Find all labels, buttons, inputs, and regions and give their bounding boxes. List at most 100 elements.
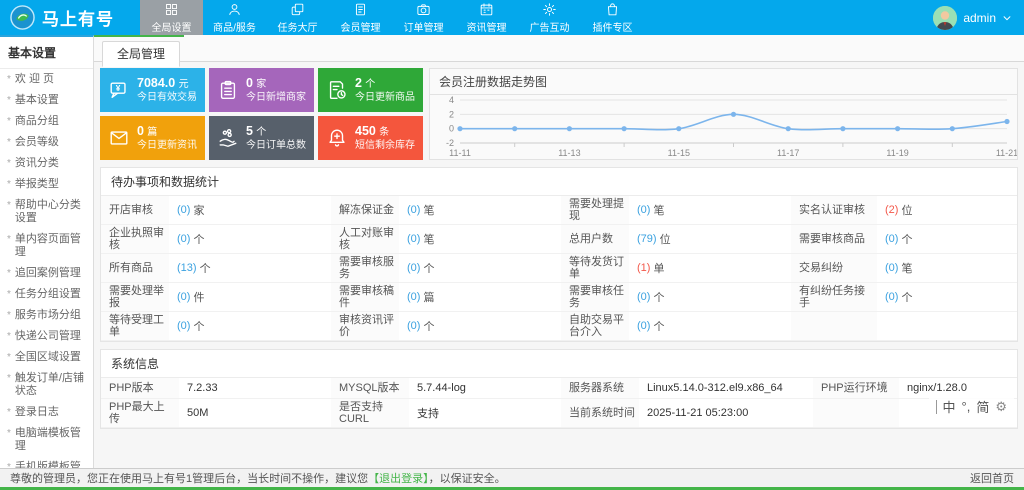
todo-count-link[interactable]: (1)	[637, 262, 650, 274]
todo-count-link[interactable]: (0)	[885, 291, 898, 303]
stat-card-4[interactable]: 5 个 今日订单总数	[209, 116, 314, 160]
stat-card-5[interactable]: 450 条 短信剩余库存	[318, 116, 423, 160]
sysinfo-label-r1c3	[813, 399, 899, 428]
trend-chart: -2 0 2 4 11-11 11-13 11-15 11-17 11-19 11-21	[446, 95, 1017, 158]
todo-count-link[interactable]: (0)	[407, 233, 420, 245]
todo-count-link[interactable]: (0)	[407, 262, 420, 274]
stat-cards: ¥ 7084.0 元 今日有效交易 0 家 今日新增商家 2 个 今日更新商品 …	[100, 68, 423, 160]
sidebar-item-0[interactable]: * 欢 迎 页	[0, 69, 93, 90]
ime-gear-icon[interactable]: ⚙	[995, 399, 1007, 415]
nav-item-5[interactable]: 资讯管理	[455, 0, 518, 35]
sidebar-item-8[interactable]: * 追回案例管理	[0, 263, 93, 284]
todo-unit: 笔	[423, 234, 435, 246]
stat-card-1[interactable]: 0 家 今日新增商家	[209, 68, 314, 112]
sysinfo-value-r0c1: 5.7.44-log	[409, 378, 561, 399]
todo-unit: 个	[193, 234, 205, 246]
svg-text:0: 0	[449, 124, 454, 134]
todo-count-link[interactable]: (0)	[637, 291, 650, 303]
todo-count-link[interactable]: (0)	[885, 233, 898, 245]
todo-count-link[interactable]: (0)	[177, 291, 190, 303]
sidebar-item-label: 快递公司管理	[14, 330, 81, 342]
stat-card-3[interactable]: 0 篇 今日更新资讯	[100, 116, 205, 160]
sidebar-item-label: 服务市场分组	[14, 309, 81, 321]
nav-item-label: 商品/服务	[213, 22, 256, 34]
user-icon	[229, 3, 240, 15]
ime-charset-toggle[interactable]: 简	[976, 397, 989, 416]
stat-card-text: 450 条 短信剩余库存	[355, 124, 415, 152]
sidebar-item-2[interactable]: * 商品分组	[0, 111, 93, 132]
envelope-icon	[110, 131, 128, 145]
nav-item-0[interactable]: 全局设置	[140, 0, 203, 35]
stat-card-value: 5	[246, 123, 253, 138]
bullet-icon: *	[7, 373, 11, 384]
todo-label-r1c3: 需要审核商品	[791, 225, 877, 254]
home-link[interactable]: 返回首页	[970, 470, 1014, 486]
todo-label-r4c2: 自助交易平台介入	[561, 312, 629, 341]
sidebar-item-10[interactable]: * 服务市场分组	[0, 305, 93, 326]
todo-count-link[interactable]: (0)	[177, 320, 190, 332]
todo-unit: 个	[653, 321, 665, 333]
todo-count-link[interactable]: (79)	[637, 233, 657, 245]
sidebar-item-15[interactable]: * 电脑端模板管理	[0, 423, 93, 457]
todo-label-r0c3: 实名认证审核	[791, 196, 877, 225]
sidebar-item-label: 触发订单/店铺状态	[14, 372, 84, 397]
ime-mode-toggle[interactable]: 中	[943, 397, 956, 416]
ime-toolbar: 中 °, 简 ⚙	[928, 395, 1014, 418]
svg-text:11-19: 11-19	[886, 148, 908, 158]
footer-text-after: ，以保证安全。	[428, 473, 506, 485]
bullet-icon: *	[7, 234, 11, 245]
svg-text:11-13: 11-13	[558, 148, 580, 158]
brand[interactable]: 马上有号	[0, 0, 140, 35]
sidebar-item-3[interactable]: * 会员等级	[0, 132, 93, 153]
todo-count-link[interactable]: (0)	[637, 204, 650, 216]
todo-unit: 笔	[423, 205, 435, 217]
gear-icon	[543, 2, 556, 16]
logout-link[interactable]: 【退出登录】	[368, 473, 429, 485]
todo-count-link[interactable]: (0)	[407, 291, 420, 303]
todo-count-link[interactable]: (0)	[407, 320, 420, 332]
todo-label-r4c3	[791, 312, 877, 341]
sidebar-item-7[interactable]: * 单内容页面管理	[0, 229, 93, 263]
todo-count-link[interactable]: (0)	[885, 262, 898, 274]
sidebar-item-9[interactable]: * 任务分组设置	[0, 284, 93, 305]
sidebar-item-1[interactable]: * 基本设置	[0, 90, 93, 111]
ime-punct-toggle[interactable]: °,	[962, 399, 971, 414]
todo-count-link[interactable]: (0)	[177, 233, 190, 245]
todo-value-r0c0: (0) 家	[169, 196, 331, 225]
user-menu[interactable]: admin	[933, 0, 1012, 35]
stat-card-value: 0	[246, 75, 253, 90]
sidebar-item-14[interactable]: * 登录日志	[0, 402, 93, 423]
sidebar-item-12[interactable]: * 全国区域设置	[0, 347, 93, 368]
stat-card-label: 今日更新资讯	[137, 139, 197, 151]
todo-count-link[interactable]: (2)	[885, 204, 898, 216]
nav-item-1[interactable]: 商品/服务	[203, 0, 266, 35]
stat-card-value: 7084.0	[137, 75, 176, 90]
todo-count-link[interactable]: (13)	[177, 262, 197, 274]
sysinfo-label-r0c0: PHP版本	[101, 378, 179, 399]
bubble-yen-icon: ¥	[110, 82, 126, 99]
nav-item-2[interactable]: 任务大厅	[266, 0, 329, 35]
nav-item-7[interactable]: 插件专区	[581, 0, 644, 35]
sidebar-item-6[interactable]: * 帮助中心分类设置	[0, 195, 93, 229]
avatar-icon	[933, 5, 958, 30]
sysinfo-panel-title: 系统信息	[101, 350, 1017, 378]
sysinfo-label-r1c0: PHP最大上传	[101, 399, 179, 428]
nav-item-4[interactable]: 订单管理	[392, 0, 455, 35]
nav-item-3[interactable]: 会员管理	[329, 0, 392, 35]
sidebar-item-5[interactable]: * 举报类型	[0, 174, 93, 195]
todo-count-link[interactable]: (0)	[177, 204, 190, 216]
stat-card-2[interactable]: 2 个 今日更新商品	[318, 68, 423, 112]
sidebar-item-label: 会员等级	[14, 136, 59, 148]
todo-count-link[interactable]: (0)	[637, 320, 650, 332]
nav-item-label: 订单管理	[403, 22, 444, 34]
todo-count-link[interactable]: (0)	[407, 204, 420, 216]
sidebar-item-11[interactable]: * 快递公司管理	[0, 326, 93, 347]
bullet-icon: *	[7, 407, 11, 418]
grid-icon	[166, 3, 177, 15]
stat-card-0[interactable]: ¥ 7084.0 元 今日有效交易	[100, 68, 205, 112]
data-point-0	[457, 126, 463, 132]
sidebar-item-13[interactable]: * 触发订单/店铺状态	[0, 368, 93, 402]
nav-item-6[interactable]: 广告互动	[518, 0, 581, 35]
bullet-icon: *	[7, 137, 11, 148]
sidebar-item-4[interactable]: * 资讯分类	[0, 153, 93, 174]
